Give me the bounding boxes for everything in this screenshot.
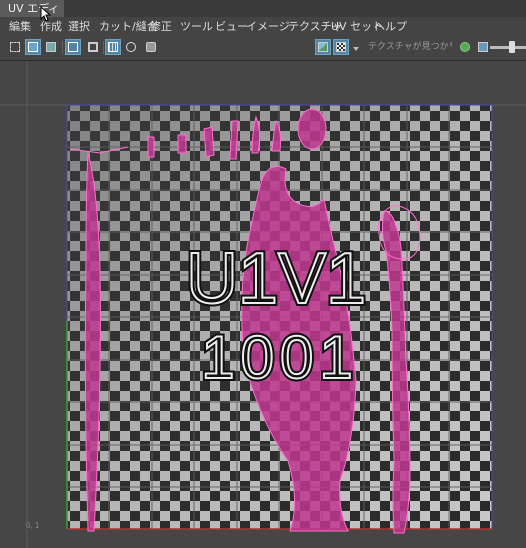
window-titlebar: UV エディタ [0, 0, 526, 32]
uv-shell-top-oval [297, 108, 327, 150]
mouse-cursor-icon [40, 6, 52, 22]
image-icon[interactable] [315, 39, 331, 55]
exposure-slider-handle[interactable] [509, 41, 515, 53]
menu-bar: 編集 作成 選択 カット/縫合 修正 ツール ビュー イメージ テクスチャ UV… [0, 17, 526, 36]
checker-icon[interactable] [124, 40, 138, 54]
snapshot-icon[interactable] [144, 40, 158, 54]
texture-search-field[interactable]: テクスチャが見つかり... [368, 40, 452, 55]
menu-modify[interactable]: 修正 [150, 17, 172, 36]
uv-viewport[interactable]: U1V1 U1V1 1001 1001 0, 1 [0, 61, 526, 548]
uv-shell-top-piece4 [229, 120, 239, 160]
tile-label-udim-fill: 1001 [201, 324, 358, 391]
menu-image[interactable]: イメージ [246, 17, 290, 36]
gamma-icon[interactable] [476, 40, 490, 54]
dropdown-arrow-icon[interactable] [351, 40, 361, 54]
tile-label-uv-fill: U1V1 [186, 239, 366, 319]
menu-select[interactable]: 選択 [68, 17, 90, 36]
menu-cut-sew[interactable]: カット/縫合 [99, 17, 158, 36]
exposure-slider-track[interactable] [490, 46, 526, 49]
uv-editor-tab[interactable]: UV エディタ [0, 0, 64, 32]
toolbar-separator [62, 41, 63, 54]
grid-icon[interactable] [8, 40, 22, 54]
grid-toggle-icon[interactable] [105, 39, 121, 55]
uv-toolbar: テクスチャが見つかり... [0, 36, 526, 61]
menu-tools[interactable]: ツール [180, 17, 213, 36]
checker-display-icon[interactable] [333, 39, 349, 55]
frame-selected-icon[interactable] [86, 40, 100, 54]
toolbar-separator [103, 41, 104, 54]
menu-edit[interactable]: 編集 [9, 17, 31, 36]
uv-canvas[interactable]: U1V1 U1V1 1001 1001 0, 1 [0, 61, 526, 548]
frame-icon[interactable] [65, 39, 81, 55]
exposure-icon[interactable] [458, 40, 472, 54]
uv-shell-icon[interactable] [44, 40, 58, 54]
uv-shell-top-piece3 [203, 126, 215, 158]
axis-origin-label: 0, 1 [26, 521, 40, 530]
menu-help[interactable]: ヘルプ [374, 17, 407, 36]
uv-shell-top-piece6 [147, 136, 155, 158]
menu-view[interactable]: ビュー [215, 17, 248, 36]
uv-shell-icon[interactable] [25, 39, 41, 55]
uv-shell-top-piece5 [177, 134, 187, 154]
